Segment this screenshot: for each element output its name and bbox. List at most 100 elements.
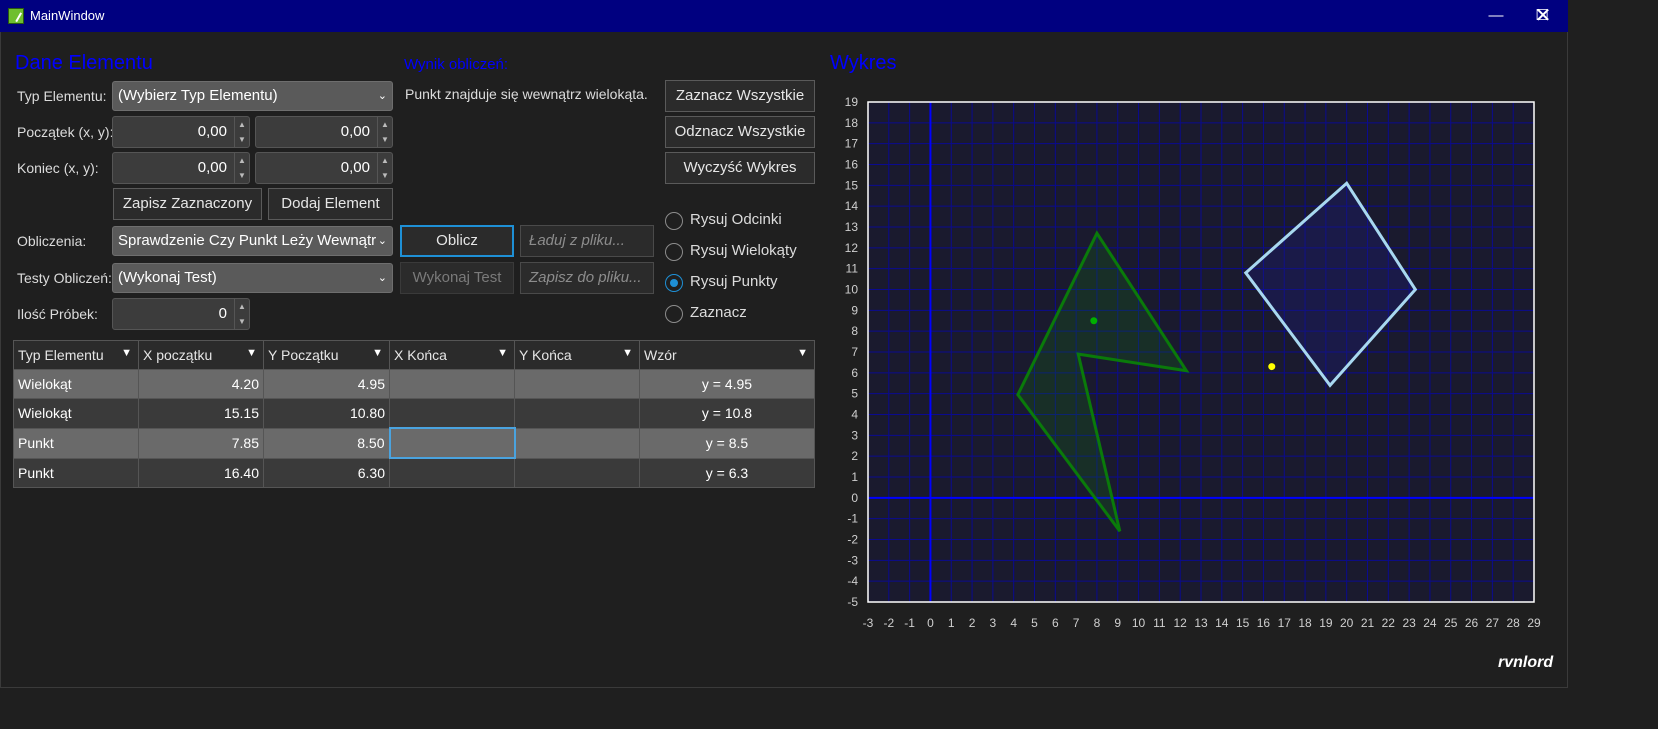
- select-all-button[interactable]: Zaznacz Wszystkie: [665, 80, 815, 112]
- table-cell[interactable]: [389, 457, 515, 488]
- x-tick-label: 18: [1298, 616, 1312, 630]
- table-cell[interactable]: Wielokąt: [13, 398, 139, 429]
- title-bar: MainWindow — ☐: [0, 0, 1568, 32]
- x-tick-label: 28: [1507, 616, 1521, 630]
- samples-spinner[interactable]: 0 ▲ ▼: [112, 298, 250, 330]
- spin-up-icon[interactable]: ▲: [378, 153, 392, 168]
- table-cell[interactable]: [514, 398, 640, 429]
- filter-icon[interactable]: ▼: [121, 347, 132, 359]
- table-cell[interactable]: 4.95: [263, 369, 390, 399]
- table-row[interactable]: Wielokąt 15.15 10.80 y = 10.8: [13, 398, 815, 429]
- column-header[interactable]: Y Początku ▼: [263, 340, 390, 370]
- window-title: MainWindow: [30, 8, 105, 23]
- table-cell[interactable]: 4.20: [138, 369, 264, 399]
- spin-up-icon[interactable]: ▲: [235, 117, 249, 132]
- table-cell-selected[interactable]: [388, 427, 516, 459]
- elements-table: Typ Elementu ▼ X początku ▼ Y Początku ▼ X …: [13, 340, 815, 488]
- table-cell[interactable]: 15.15: [138, 398, 264, 429]
- calculations-select[interactable]: Sprawdzenie Czy Punkt Leży Wewnątr ⌄: [112, 226, 393, 256]
- x-tick-label: 23: [1402, 616, 1416, 630]
- run-test-button[interactable]: Wykonaj Test: [400, 262, 514, 294]
- table-cell[interactable]: 7.85: [138, 427, 264, 459]
- table-cell[interactable]: Punkt: [13, 457, 139, 488]
- table-cell[interactable]: Wielokąt: [13, 369, 139, 399]
- load-file-field[interactable]: Ładuj z pliku...: [520, 225, 654, 257]
- table-cell[interactable]: [389, 369, 515, 399]
- compute-button[interactable]: Oblicz: [400, 225, 514, 257]
- column-header[interactable]: Typ Elementu ▼: [13, 340, 139, 370]
- spin-down-icon[interactable]: ▼: [235, 168, 249, 183]
- add-element-button[interactable]: Dodaj Element: [268, 188, 393, 220]
- column-header[interactable]: X początku ▼: [138, 340, 264, 370]
- x-tick-label: -2: [883, 616, 894, 630]
- spin-up-icon[interactable]: ▲: [235, 153, 249, 168]
- y-tick-label: 16: [845, 158, 859, 172]
- deselect-all-button[interactable]: Odznacz Wszystkie: [665, 116, 815, 148]
- table-cell[interactable]: [514, 369, 640, 399]
- save-selected-button[interactable]: Zapisz Zaznaczony: [113, 188, 262, 220]
- element-type-select[interactable]: (Wybierz Typ Elementu) ⌄: [112, 81, 393, 111]
- spin-up-icon[interactable]: ▲: [235, 299, 249, 314]
- end-x-spinner[interactable]: 0,00 ▲ ▼: [112, 152, 250, 184]
- filter-icon[interactable]: ▼: [246, 347, 257, 359]
- calculations-label: Obliczenia:: [17, 233, 87, 249]
- table-row[interactable]: Punkt 7.85 8.50 y = 8.5: [13, 427, 815, 459]
- x-tick-label: 25: [1444, 616, 1458, 630]
- table-cell[interactable]: y = 10.8: [639, 398, 815, 429]
- x-tick-label: 8: [1094, 616, 1101, 630]
- section-title-element-data: Dane Elementu: [15, 52, 153, 74]
- table-cell[interactable]: Punkt: [13, 427, 139, 459]
- table-cell[interactable]: 16.40: [138, 457, 264, 488]
- minimize-icon[interactable]: —: [1473, 0, 1519, 32]
- column-header[interactable]: Wzór ▼: [639, 340, 815, 370]
- x-tick-label: 14: [1215, 616, 1229, 630]
- table-cell[interactable]: y = 6.3: [639, 457, 815, 488]
- filter-icon[interactable]: ▼: [497, 347, 508, 359]
- table-cell[interactable]: [514, 457, 640, 488]
- chart-title: Wykres: [830, 52, 897, 74]
- spin-down-icon[interactable]: ▼: [235, 132, 249, 147]
- start-x-spinner[interactable]: 0,00 ▲ ▼: [112, 116, 250, 148]
- spin-up-icon[interactable]: ▲: [378, 117, 392, 132]
- table-cell[interactable]: [514, 427, 640, 459]
- chart-canvas[interactable]: -3 -2 -1 0 1 2 3 4 5 6 7 8 9 10 11 12 13 14 15 16 17 18 19 20 21…: [820, 90, 1560, 635]
- y-tick-label: 3: [851, 428, 858, 442]
- radio-select-label: Zaznacz: [690, 304, 747, 321]
- table-row[interactable]: Wielokąt 4.20 4.95 y = 4.95: [13, 369, 815, 399]
- y-tick-label: 17: [845, 137, 859, 151]
- close-icon[interactable]: ✕: [1520, 0, 1566, 32]
- x-tick-label: 7: [1073, 616, 1080, 630]
- result-text: Punkt znajduje się wewnątrz wielokąta.: [405, 86, 648, 102]
- filter-icon[interactable]: ▼: [372, 347, 383, 359]
- author-signature: rvnlord: [1498, 654, 1554, 671]
- y-tick-label: 18: [845, 116, 859, 130]
- x-tick-label: 10: [1132, 616, 1146, 630]
- column-header[interactable]: Y Końca ▼: [514, 340, 640, 370]
- filter-icon[interactable]: ▼: [622, 347, 633, 359]
- tests-value: (Wykonaj Test): [118, 269, 217, 286]
- column-header[interactable]: X Końca ▼: [389, 340, 515, 370]
- clear-chart-button[interactable]: Wyczyść Wykres: [665, 152, 815, 184]
- chevron-down-icon: ⌄: [377, 272, 387, 284]
- table-cell[interactable]: 6.30: [263, 457, 390, 488]
- x-tick-label: 2: [969, 616, 976, 630]
- table-row[interactable]: Punkt 16.40 6.30 y = 6.3: [13, 457, 815, 488]
- table-cell[interactable]: y = 4.95: [639, 369, 815, 399]
- table-cell[interactable]: 8.50: [263, 427, 390, 459]
- table-cell[interactable]: 10.80: [263, 398, 390, 429]
- start-y-spinner[interactable]: 0,00 ▲ ▼: [255, 116, 393, 148]
- chevron-down-icon: ⌄: [377, 235, 387, 247]
- tests-select[interactable]: (Wykonaj Test) ⌄: [112, 263, 393, 293]
- table-cell[interactable]: [389, 398, 515, 429]
- table-header-row: Typ Elementu ▼ X początku ▼ Y Początku ▼ X …: [13, 340, 815, 370]
- filter-icon[interactable]: ▼: [797, 347, 808, 359]
- x-tick-label: 26: [1465, 616, 1479, 630]
- table-cell[interactable]: y = 8.5: [639, 427, 815, 459]
- start-label: Początek (x, y):: [17, 124, 114, 140]
- app-icon: [8, 8, 24, 24]
- spin-down-icon[interactable]: ▼: [378, 168, 392, 183]
- spin-down-icon[interactable]: ▼: [378, 132, 392, 147]
- end-y-spinner[interactable]: 0,00 ▲ ▼: [255, 152, 393, 184]
- spin-down-icon[interactable]: ▼: [235, 314, 249, 329]
- save-file-field[interactable]: Zapisz do pliku...: [520, 262, 654, 294]
